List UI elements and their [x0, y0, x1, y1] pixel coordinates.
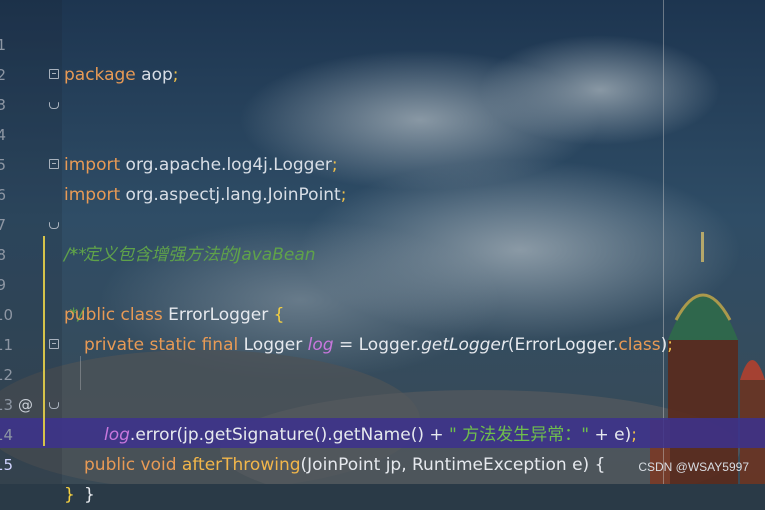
fold-toggle-icon[interactable] — [49, 339, 59, 349]
code-line-11[interactable]: 11 — [0, 300, 765, 354]
code-line-4[interactable]: 4 import org.aspectj.lang.JoinPoint; — [0, 90, 765, 205]
code-line-6[interactable]: 6 /** — [0, 150, 765, 265]
line-number: 15 — [0, 456, 14, 474]
code-line-7[interactable]: 7 * 定义包含增强方法的JavaBean — [0, 180, 765, 265]
code-line-1[interactable]: 1 package aop; — [0, 0, 765, 85]
fold-end-icon[interactable] — [49, 102, 59, 109]
code-line-14[interactable]: 14 } — [0, 390, 765, 505]
code-line-13[interactable]: 13 log.error(jp.getSignature().getName()… — [0, 360, 765, 445]
fold-toggle-icon[interactable] — [49, 159, 59, 169]
code-line-12[interactable]: 12 @ public void afterThrowing(JoinPoint… — [0, 330, 765, 475]
code-line-15[interactable]: 15 } — [0, 420, 765, 505]
code-line-10[interactable]: 10 private static final Logger log = Log… — [0, 270, 765, 355]
watermark: CSDN @WSAY5997 — [638, 460, 749, 474]
code-text: } — [64, 485, 75, 505]
code-line-5[interactable]: 5 — [0, 120, 765, 174]
code-line-8[interactable]: 8 */ — [0, 210, 765, 325]
fold-toggle-icon[interactable] — [49, 69, 59, 79]
fold-end-icon[interactable] — [49, 402, 59, 409]
code-text: } — [84, 485, 95, 505]
code-line-9[interactable]: 9 public class ErrorLogger { — [0, 240, 765, 325]
code-line-3[interactable]: 3 import org.apache.log4j.Logger; — [0, 60, 765, 175]
fold-end-icon[interactable] — [49, 222, 59, 229]
code-text: public void afterThrowing(JoinPoint jp, … — [84, 455, 606, 475]
code-line-2[interactable]: 2 — [0, 30, 765, 84]
